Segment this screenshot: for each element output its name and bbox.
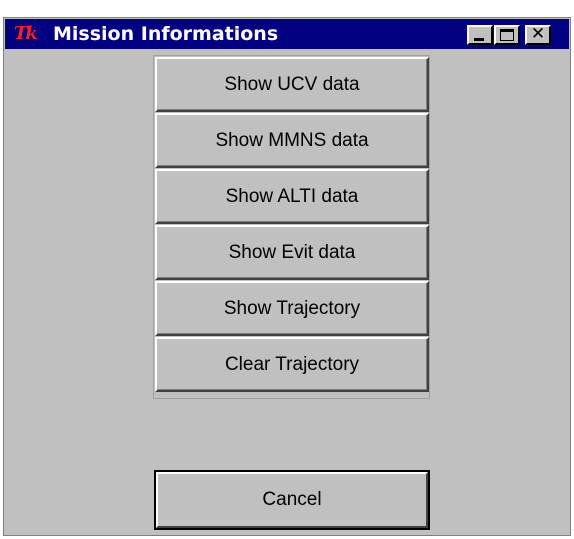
show-evit-data-button[interactable]: Show Evit data [155, 225, 429, 280]
tk-feather-icon: Tk [14, 23, 38, 44]
minimize-button[interactable] [467, 25, 493, 45]
maximize-button[interactable] [494, 25, 520, 45]
close-button[interactable]: ✕ [525, 25, 551, 45]
show-ucv-data-button[interactable]: Show UCV data [155, 57, 429, 112]
show-alti-data-button[interactable]: Show ALTI data [155, 169, 429, 224]
window-title: Mission Informations [53, 23, 279, 45]
clear-trajectory-button[interactable]: Clear Trajectory [155, 337, 429, 392]
close-icon: ✕ [530, 24, 546, 44]
action-buttons-panel: Show UCV data Show MMNS data Show ALTI d… [153, 55, 430, 399]
cancel-button[interactable]: Cancel [154, 470, 430, 530]
cancel-button-label: Cancel [262, 489, 322, 510]
show-trajectory-button[interactable]: Show Trajectory [155, 281, 429, 336]
mission-informations-window: Tk Mission Informations ✕ Show UCV data … [3, 17, 571, 536]
show-mmns-data-button[interactable]: Show MMNS data [155, 113, 429, 168]
title-bar[interactable]: Tk Mission Informations ✕ [5, 19, 569, 49]
minimize-icon [474, 38, 484, 41]
maximize-icon [500, 29, 514, 41]
